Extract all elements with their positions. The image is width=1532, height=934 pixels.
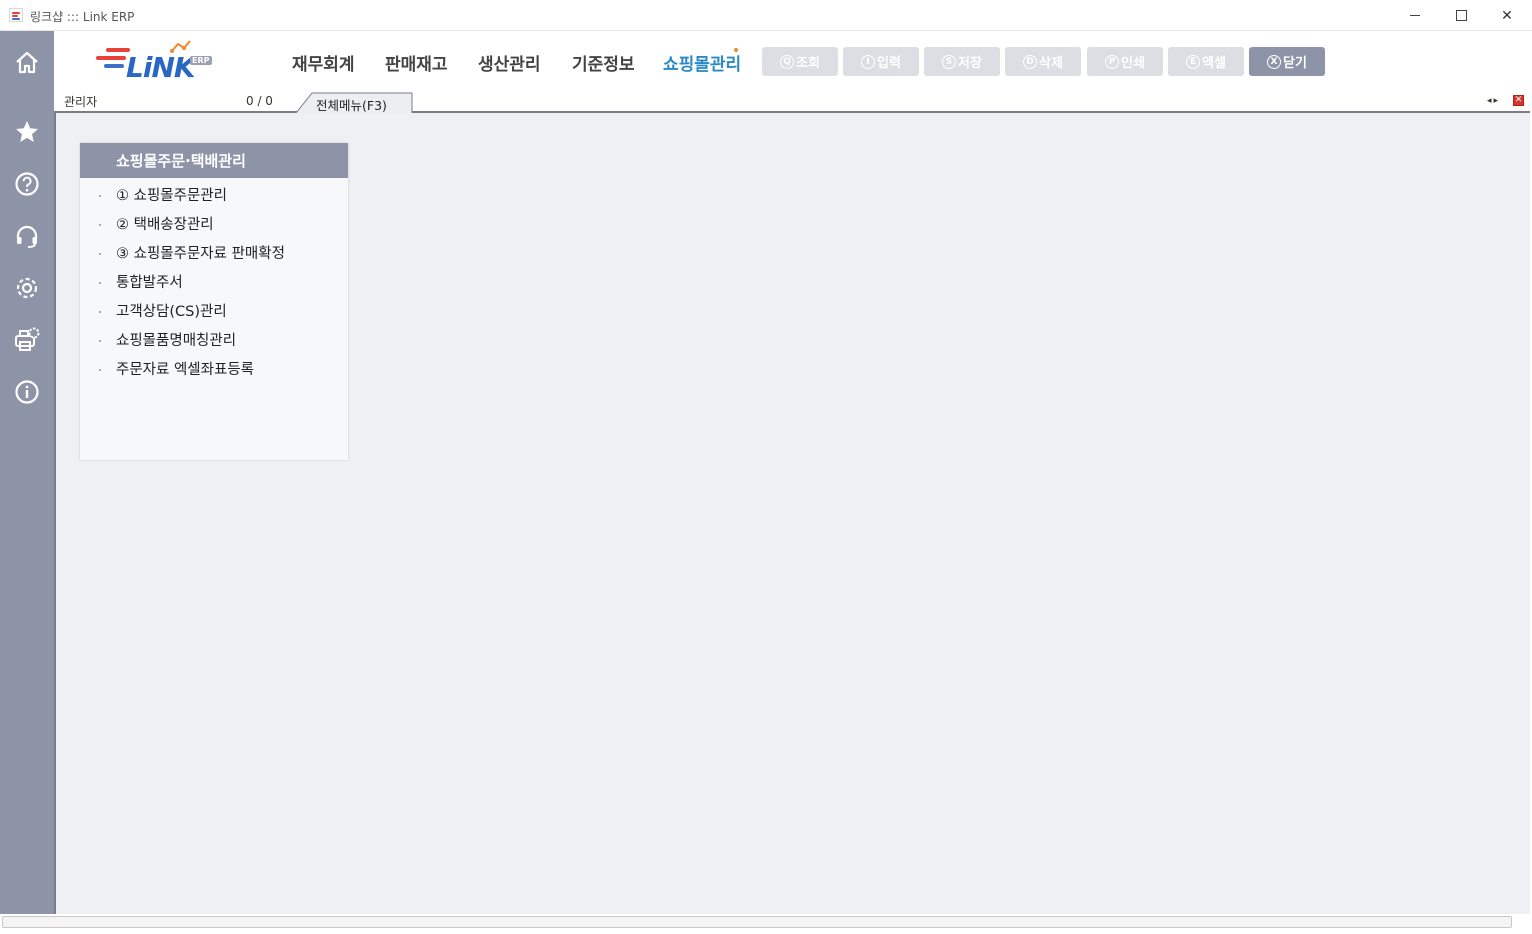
link-erp-logo: LiNK ERP [94,39,224,84]
maximize-icon [1455,10,1467,21]
gear-icon[interactable] [12,273,42,303]
panel-menu-item[interactable]: 고객상담(CS)관리 [80,302,348,331]
tab-all-menu-label: 전체메뉴(F3) [316,98,387,113]
tab-scroll-arrows[interactable]: ◂▸ [1487,96,1500,106]
panel-menu-item[interactable]: ② 택배송장관리 [80,215,348,244]
menu-production[interactable]: 생산관리 [478,50,541,75]
headset-icon[interactable] [12,221,42,251]
input-key-icon: I [861,54,876,69]
menu-finance-accounting[interactable]: 재무회계 [292,50,355,75]
close-key-icon: X [1267,54,1282,69]
tab-all-menu[interactable]: 전체메뉴(F3) [296,92,413,113]
menu-sales-inventory[interactable]: 판매재고 [385,50,448,75]
star-icon[interactable] [12,117,42,147]
panel-menu-item[interactable]: ① 쇼핑몰주문관리 [80,186,348,215]
close-tab-icon[interactable]: ✕ [1513,95,1524,106]
close-icon: ✕ [1501,7,1513,24]
home-icon[interactable] [12,48,42,78]
panel-menu-item[interactable]: 쇼핑몰품명매칭관리 [80,331,348,360]
close-window-button[interactable]: ✕ [1484,0,1530,31]
tab-count: 0 / 0 [246,94,273,108]
print-key-icon: P [1105,54,1120,69]
panel-menu-item[interactable]: 통합발주서 [80,273,348,302]
input-button[interactable]: I 입력 [843,47,919,76]
tab-strip: 관리자 0 / 0 전체메뉴(F3) ◂▸ ✕ [54,91,1530,113]
panel-menu-list: ① 쇼핑몰주문관리 ② 택배송장관리 ③ 쇼핑몰주문자료 판매확정 통합발주서 … [80,178,348,389]
excel-key-icon: E [1186,54,1201,69]
delete-button[interactable]: D 삭제 [1005,47,1081,76]
panel-menu-item[interactable]: 주문자료 엑셀좌표등록 [80,360,348,389]
active-menu-indicator [734,48,738,52]
menu-shopping-mall[interactable]: 쇼핑몰관리 [663,50,741,75]
window-title: 링크샵 ::: Link ERP [30,10,135,24]
query-button[interactable]: Q 조회 [762,47,838,76]
save-button[interactable]: S 저장 [924,47,1000,76]
panel-title: 쇼핑몰주문·택배관리 [80,143,348,178]
workspace: 쇼핑몰주문·택배관리 ① 쇼핑몰주문관리 ② 택배송장관리 ③ 쇼핑몰주문자료 … [54,113,1530,914]
title-bar: 링크샵 ::: Link ERP ✕ [0,0,1532,31]
logo-badge: ERP [190,56,212,65]
printer-settings-icon[interactable] [12,325,42,355]
print-button[interactable]: P 인쇄 [1087,47,1163,76]
close-button[interactable]: X 닫기 [1249,47,1325,76]
maximize-button[interactable] [1438,0,1484,31]
status-bar [0,914,1532,934]
panel-menu-item[interactable]: ③ 쇼핑몰주문자료 판매확정 [80,244,348,273]
current-user: 관리자 [64,95,98,109]
horizontal-scrollbar[interactable] [2,916,1512,928]
info-icon[interactable] [12,377,42,407]
query-key-icon: Q [780,54,795,69]
minimize-button[interactable] [1392,0,1438,31]
delete-key-icon: D [1023,54,1038,69]
app-header: LiNK ERP 재무회계 판매재고 생산관리 기준정보 쇼핑몰관리 Q 조회 I… [54,31,1530,91]
logo-text: LiNK [126,51,196,84]
help-icon[interactable] [12,169,42,199]
excel-button[interactable]: E 엑셀 [1168,47,1244,76]
menu-master-data[interactable]: 기준정보 [572,50,635,75]
app-icon [9,8,23,22]
minimize-icon [1410,15,1420,16]
save-key-icon: S [942,54,957,69]
shopping-mall-menu-panel: 쇼핑몰주문·택배관리 ① 쇼핑몰주문관리 ② 택배송장관리 ③ 쇼핑몰주문자료 … [80,143,348,460]
sidebar [0,31,54,914]
